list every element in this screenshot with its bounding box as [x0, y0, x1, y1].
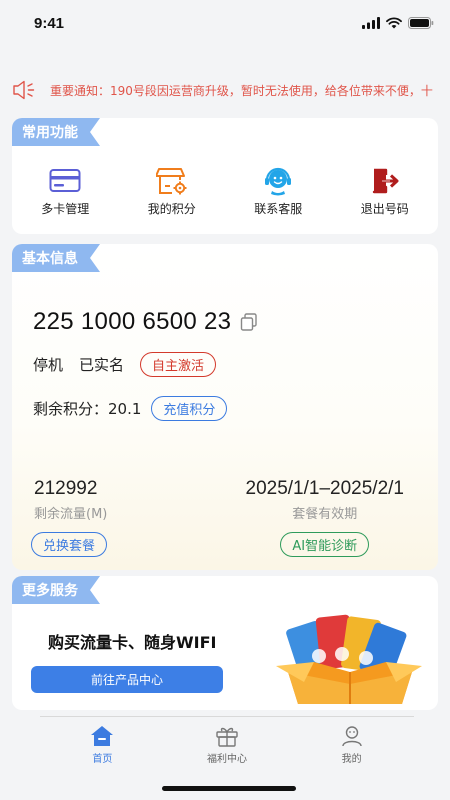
speaker-icon — [13, 80, 35, 100]
notice-bar[interactable]: 重要通知：190号段因运营商升级，暂时无法使用，给各位带来不便，十 — [0, 78, 450, 102]
status-icons — [362, 17, 434, 29]
status-time: 9:41 — [34, 14, 65, 32]
section-tag: 更多服务 — [12, 576, 100, 604]
phone-number: 225 1000 6500 23 — [33, 308, 232, 335]
shop-icon — [155, 168, 187, 195]
bottom-tab-bar: 首页 福利中心 我的 — [40, 716, 414, 772]
points-label: 剩余积分： — [33, 400, 109, 418]
exchange-plan-button[interactable]: 兑换套餐 — [31, 532, 108, 557]
phone-row: 225 1000 6500 23 — [33, 308, 259, 336]
func-label: 多卡管理 — [41, 202, 90, 216]
validity-value: 2025/1/1–2025/2/1 — [245, 478, 405, 499]
section-tag: 常用功能 — [12, 118, 100, 146]
wifi-icon — [386, 17, 402, 29]
points-text: 剩余积分：20.1 — [33, 398, 141, 419]
verification-status: 已实名 — [79, 356, 125, 374]
product-center-button[interactable]: 前往产品中心 — [31, 666, 223, 693]
customer-service-button[interactable]: 联系客服 — [225, 166, 332, 217]
status-row: 停机 已实名 自主激活 — [33, 352, 217, 377]
home-indicator — [162, 786, 296, 791]
gift-icon — [216, 727, 238, 747]
validity-label: 套餐有效期 — [292, 507, 358, 522]
activate-button[interactable]: 自主激活 — [140, 352, 217, 377]
tab-welfare-center[interactable]: 福利中心 — [165, 717, 290, 772]
points-row: 剩余积分：20.1 充值积分 — [33, 396, 228, 421]
recharge-points-button[interactable]: 充值积分 — [151, 396, 228, 421]
multi-card-button[interactable]: 多卡管理 — [12, 166, 119, 217]
home-icon — [91, 726, 114, 746]
sim-cards-box-illustration — [276, 614, 422, 704]
basic-info-card: 基本信息 225 1000 6500 23 停机 已实名 自主激活 剩余积分：2… — [12, 244, 438, 570]
notice-text: 重要通知：190号段因运营商升级，暂时无法使用，给各位带来不便，十 — [50, 83, 433, 98]
tab-home[interactable]: 首页 — [40, 717, 165, 772]
section-title: 更多服务 — [22, 583, 78, 599]
tab-label: 我的 — [341, 754, 362, 765]
headset-icon — [265, 167, 292, 196]
card-icon — [49, 169, 81, 192]
my-points-button[interactable]: 我的积分 — [119, 166, 226, 217]
func-label: 我的积分 — [147, 202, 196, 216]
promo-title: 购买流量卡、随身WIFI — [48, 633, 217, 652]
tab-mine[interactable]: 我的 — [289, 717, 414, 772]
battery-icon — [408, 17, 434, 29]
section-title: 常用功能 — [22, 125, 78, 141]
exit-number-button[interactable]: 退出号码 — [332, 166, 439, 217]
exit-icon — [372, 168, 399, 194]
tab-label: 首页 — [92, 754, 113, 765]
func-label: 联系客服 — [254, 202, 303, 216]
data-remaining-value: 212992 — [34, 478, 98, 499]
user-icon — [341, 726, 362, 747]
data-remaining-block: 212992 剩余流量(M) 兑换套餐 — [31, 478, 108, 557]
common-functions-card: 常用功能 多卡管理 我的积分 联系客服 退出号码 — [12, 118, 438, 234]
validity-block: 2025/1/1–2025/2/1 套餐有效期 AI智能诊断 — [245, 478, 405, 557]
more-services-card: 更多服务 购买流量卡、随身WIFI 前往产品中心 — [12, 576, 438, 710]
ai-diagnose-button[interactable]: AI智能诊断 — [280, 532, 370, 557]
tab-label: 福利中心 — [207, 754, 247, 765]
data-remaining-label: 剩余流量(M) — [34, 507, 108, 522]
copy-icon[interactable] — [239, 312, 259, 332]
section-title: 基本信息 — [22, 251, 78, 267]
signal-icon — [362, 17, 380, 29]
line-status: 停机 — [33, 356, 64, 374]
points-value: 20.1 — [108, 400, 142, 418]
section-tag: 基本信息 — [12, 244, 100, 272]
status-bar: 9:41 — [0, 0, 450, 46]
func-label: 退出号码 — [360, 202, 409, 216]
function-grid: 多卡管理 我的积分 联系客服 退出号码 — [12, 166, 438, 217]
